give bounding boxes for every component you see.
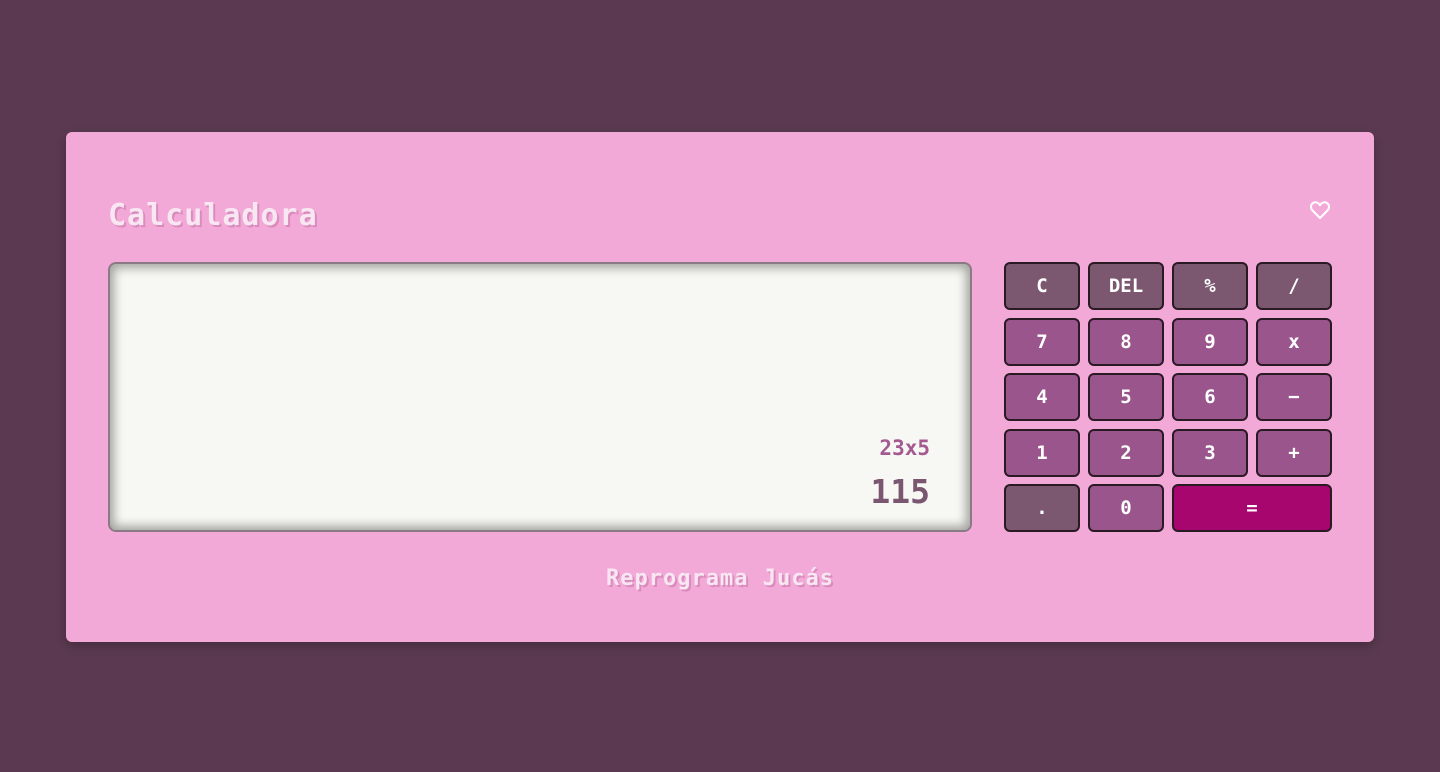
keypad: C DEL % / 7 8 9 x 4 5 6 − 1 2 3 + . 0 = (1004, 262, 1332, 532)
footer-credit: Reprograma Jucás (606, 566, 834, 591)
digit-4-button[interactable]: 4 (1004, 373, 1080, 421)
digit-6-button[interactable]: 6 (1172, 373, 1248, 421)
digit-5-button[interactable]: 5 (1088, 373, 1164, 421)
digit-0-button[interactable]: 0 (1088, 484, 1164, 532)
percent-button[interactable]: % (1172, 262, 1248, 310)
divide-button[interactable]: / (1256, 262, 1332, 310)
digit-1-button[interactable]: 1 (1004, 428, 1080, 477)
digit-3-button[interactable]: 3 (1172, 428, 1248, 477)
calculator-display: 23x5 115 (108, 262, 972, 532)
digit-9-button[interactable]: 9 (1172, 317, 1248, 366)
result-text: 115 (870, 472, 930, 511)
page-title: Calculadora (108, 198, 318, 233)
digit-8-button[interactable]: 8 (1088, 317, 1164, 366)
delete-button[interactable]: DEL (1088, 262, 1164, 310)
equals-button[interactable]: = (1172, 484, 1332, 532)
clear-button[interactable]: C (1004, 262, 1080, 310)
subtract-button[interactable]: − (1256, 373, 1332, 421)
heart-icon[interactable] (1308, 198, 1332, 222)
calculator-card: Calculadora 23x5 115 C DEL % / 7 8 9 x 4… (66, 132, 1374, 642)
multiply-button[interactable]: x (1256, 317, 1332, 366)
decimal-button[interactable]: . (1004, 484, 1080, 532)
expression-text: 23x5 (879, 436, 930, 460)
digit-7-button[interactable]: 7 (1004, 317, 1080, 366)
add-button[interactable]: + (1256, 428, 1332, 477)
digit-2-button[interactable]: 2 (1088, 428, 1164, 477)
